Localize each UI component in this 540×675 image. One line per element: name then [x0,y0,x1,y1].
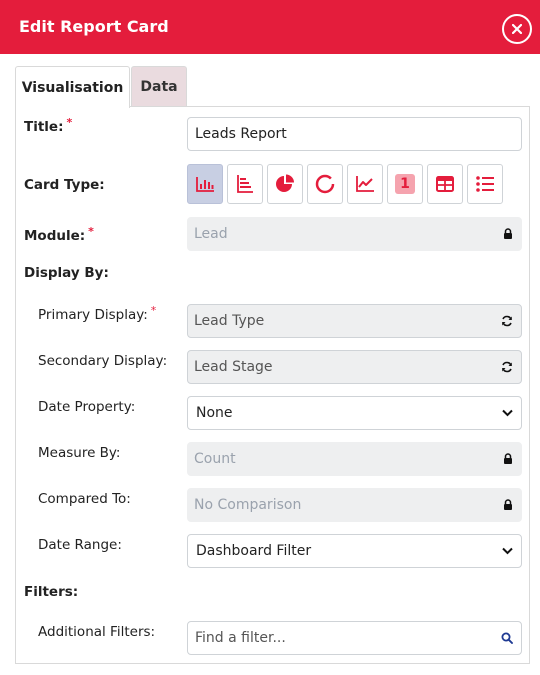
module-label: Module: * [24,225,94,244]
primary-display-label: Primary Display: * [38,304,157,323]
card-type-pie-button[interactable] [267,164,303,204]
card-type-horizontal-bar-button[interactable] [227,164,263,204]
dialog-title: Edit Report Card [19,17,169,36]
card-type-number-button[interactable]: 1 [387,164,423,204]
required-marker: * [150,304,157,317]
date-property-label: Date Property: [38,399,136,415]
date-range-select[interactable]: Dashboard Filter [187,534,522,568]
search-icon[interactable] [501,632,513,644]
close-button[interactable] [502,14,532,44]
secondary-display-label: Secondary Display: [38,353,168,369]
measure-by-field: Count [187,442,522,476]
close-icon [512,24,522,34]
module-value: Lead [194,226,228,242]
primary-display-field[interactable]: Lead Type [187,304,522,338]
date-range-value: Dashboard Filter [196,543,312,559]
module-label-text: Module: [24,228,86,244]
primary-display-value: Lead Type [194,313,265,329]
secondary-display-field[interactable]: Lead Stage [187,350,522,384]
date-property-select[interactable]: None [187,396,522,430]
donut-chart-icon [315,174,335,194]
card-type-line-button[interactable] [347,164,383,204]
card-type-bar-button[interactable] [187,164,223,204]
required-marker: * [88,225,94,238]
card-type-table-button[interactable] [427,164,463,204]
line-chart-icon [356,176,374,192]
card-type-list-button[interactable] [467,164,503,204]
secondary-display-value: Lead Stage [194,359,273,375]
number-card-icon-text: 1 [400,176,410,192]
display-by-heading: Display By: [24,265,109,281]
chevron-down-icon [502,409,513,417]
title-input-value: Leads Report [195,126,287,142]
compared-to-value: No Comparison [194,497,302,513]
table-icon [436,176,454,192]
module-field: Lead [187,217,522,251]
primary-display-label-text: Primary Display: [38,307,148,323]
required-marker: * [66,116,73,129]
refresh-icon[interactable] [501,361,513,373]
filters-heading: Filters: [24,584,79,600]
title-input[interactable]: Leads Report [187,117,522,151]
horizontal-bar-chart-icon [237,175,253,193]
tab-data[interactable]: Data [131,66,187,107]
card-type-donut-button[interactable] [307,164,343,204]
filter-search-input[interactable]: Find a filter... [187,621,522,655]
date-property-value: None [196,405,233,421]
title-label-text: Title: [24,119,64,135]
lock-icon [503,453,513,465]
card-type-label: Card Type: [24,177,105,193]
list-icon [476,176,494,192]
lock-icon [503,499,513,511]
dialog-header: Edit Report Card [0,0,540,54]
refresh-icon[interactable] [501,315,513,327]
additional-filters-label: Additional Filters: [38,624,156,640]
number-card-icon: 1 [395,174,415,194]
filter-search-placeholder: Find a filter... [195,630,286,646]
compared-to-label: Compared To: [38,491,131,507]
measure-by-value: Count [194,451,236,467]
chevron-down-icon [502,547,513,555]
lock-icon [503,228,513,240]
pie-chart-icon [276,174,294,192]
tab-visualisation[interactable]: Visualisation [15,66,130,108]
measure-by-label: Measure By: [38,445,121,461]
date-range-label: Date Range: [38,537,122,553]
bar-chart-icon [196,177,214,192]
title-label: Title: * [24,116,73,135]
compared-to-field: No Comparison [187,488,522,522]
